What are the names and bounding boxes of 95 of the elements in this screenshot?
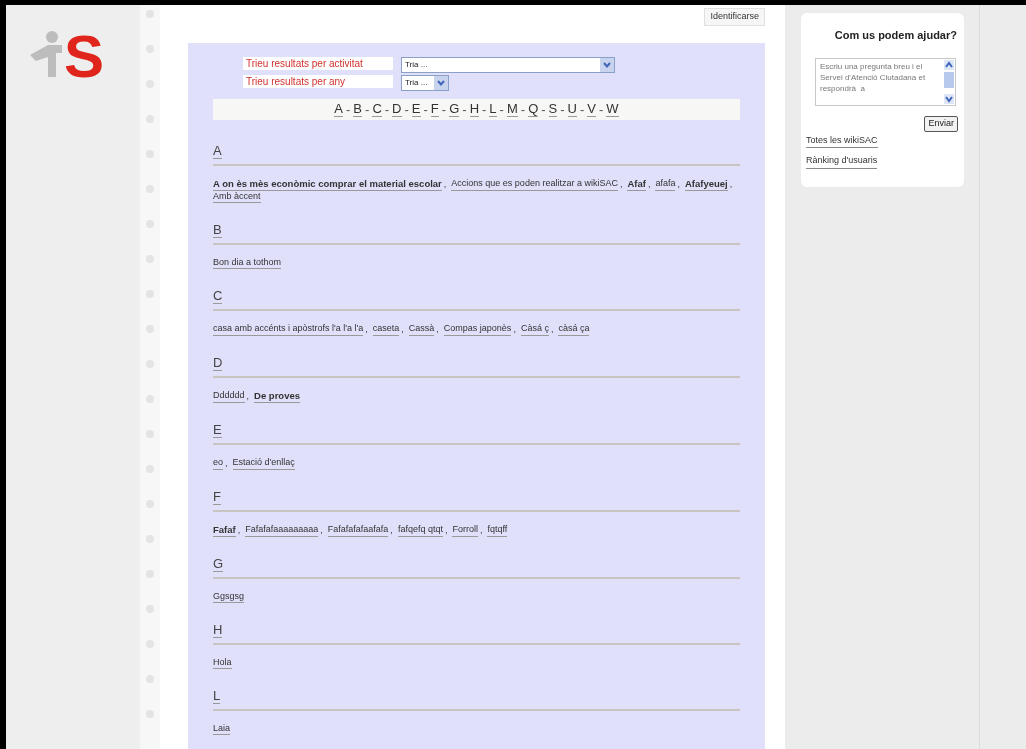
letter-link[interactable]: M <box>506 102 518 117</box>
glossary-link[interactable]: Accions que es poden realitzar a wikiSAC <box>451 178 618 191</box>
letter-heading[interactable]: A <box>213 143 222 159</box>
help-title: Com us podem ajudar? <box>833 28 958 43</box>
help-link[interactable]: Totes les wikiSAC <box>806 133 878 148</box>
comma-text: , <box>237 524 241 537</box>
glossary-link[interactable]: A on ès mès econòmic comprar el material escolar <box>213 178 442 191</box>
glossary-link[interactable]: Cassà <box>408 323 435 336</box>
separator-text: - <box>580 100 585 119</box>
glossary-link[interactable]: Forroll <box>452 524 478 537</box>
separator-text: - <box>423 100 428 119</box>
glossary-link[interactable]: Càsá ç <box>520 323 549 336</box>
glossary-link[interactable]: Ggsgsg <box>213 591 245 603</box>
glossary-link[interactable]: caseta <box>372 323 400 336</box>
glossary-link[interactable]: Laia <box>213 723 230 735</box>
filter-label: Trieu resultats per any <box>243 75 393 88</box>
separator-text: - <box>541 100 546 119</box>
glossary-link[interactable]: fqtqff <box>487 524 508 537</box>
letter-heading[interactable]: B <box>213 222 222 238</box>
help-link[interactable]: Rànking d'usuaris <box>806 154 878 169</box>
separator-text: - <box>441 100 447 119</box>
separator-text: - <box>384 100 390 119</box>
glossary-link[interactable]: De proves <box>254 390 300 403</box>
letter-link[interactable]: B <box>353 102 363 117</box>
letter-heading[interactable]: F <box>213 489 221 505</box>
letter-link[interactable]: F <box>430 102 439 117</box>
comma-text: , <box>390 524 393 537</box>
logo-text: S <box>64 27 105 87</box>
separator-text: - <box>499 100 504 119</box>
filter-dropdown[interactable]: Tria ... <box>401 75 449 91</box>
letter-link[interactable]: D <box>392 102 402 117</box>
glossary-link[interactable]: Afaf <box>627 178 646 191</box>
letter-heading[interactable]: E <box>213 422 222 438</box>
letter-link[interactable]: L <box>489 102 497 117</box>
separator-text: - <box>346 100 351 119</box>
glossary-link[interactable]: fafqefq qtqt <box>397 524 443 537</box>
letter-heading[interactable]: G <box>213 556 224 572</box>
letter-link[interactable]: A <box>334 102 343 117</box>
glossary-link[interactable]: Fafaf <box>213 524 236 537</box>
comma-text: , <box>365 323 368 336</box>
filter-label: Trieu resultats per activitat <box>243 57 393 70</box>
comma-text: , <box>320 524 323 537</box>
comma-text: , <box>479 524 483 537</box>
letter-link[interactable]: S <box>548 102 558 117</box>
comma-text: , <box>677 178 680 191</box>
comma-text: , <box>729 178 733 191</box>
glossary-link[interactable]: Fafafafaaaaaaaaa <box>245 524 319 537</box>
separator-text: - <box>599 100 604 119</box>
glossary-link[interactable]: Bon dia a tothom <box>213 257 282 269</box>
glossary-link[interactable]: Compas japonès <box>443 323 512 336</box>
letter-heading[interactable]: D <box>213 355 223 371</box>
separator-text: - <box>520 100 526 119</box>
comma-text: , <box>647 178 651 191</box>
scrollbar-drawing <box>943 58 955 105</box>
question-field[interactable]: Escriu una pregunta breu i el Servei d'Atenció Ciutadana et respondrà a <box>815 57 956 106</box>
separator-text: - <box>365 100 370 119</box>
send-button[interactable]: Enviar <box>924 115 958 132</box>
filter-dropdown[interactable]: Tria ... <box>401 57 615 73</box>
comma-text: , <box>550 323 554 336</box>
glossary-link[interactable]: casa amb accénts i apòstrofs l'a l'a l'a <box>213 323 364 336</box>
comma-text: , <box>246 390 250 403</box>
comma-text: , <box>401 323 404 336</box>
letter-link[interactable]: V <box>587 102 596 117</box>
glossary-link[interactable]: Afafyeuej <box>685 178 728 191</box>
glossary-link[interactable]: afafa <box>655 178 676 191</box>
letter-link[interactable]: C <box>372 102 382 117</box>
glossary-link[interactable]: Amb àccent <box>213 191 261 203</box>
letter-link[interactable]: G <box>449 102 460 117</box>
comma-text: , <box>619 178 623 191</box>
comma-text: , <box>436 323 439 336</box>
letter-link[interactable]: E <box>411 102 421 117</box>
letter-link[interactable]: W <box>606 102 619 117</box>
letter-link[interactable]: U <box>567 102 577 117</box>
separator-text: - <box>482 100 487 119</box>
separator-text: - <box>404 100 409 119</box>
glossary-link[interactable]: càsá ça <box>558 323 590 336</box>
comma-text: , <box>444 524 448 537</box>
glossary-link[interactable]: Estació d'enllaç <box>232 457 295 470</box>
letter-heading[interactable]: H <box>213 622 223 638</box>
separator-text: - <box>560 100 565 119</box>
letter-heading[interactable]: L <box>213 688 221 704</box>
glossary-link[interactable]: Hola <box>213 657 232 669</box>
chevron-down-icon <box>600 58 614 72</box>
comma-text: , <box>443 178 447 191</box>
letter-link[interactable]: Q <box>528 102 539 117</box>
letter-heading[interactable]: C <box>213 288 223 304</box>
comma-text: , <box>225 457 228 470</box>
separator-text: - <box>462 100 467 119</box>
letter-link[interactable]: H <box>469 102 479 117</box>
chevron-down-icon <box>434 76 448 90</box>
comma-text: , <box>513 323 516 336</box>
login-button[interactable]: Identificarse <box>704 8 765 26</box>
glossary-link[interactable]: eo <box>213 457 223 470</box>
glossary-link[interactable]: Dddddd <box>213 390 245 403</box>
glossary-link[interactable]: Fafafafafaafafa <box>327 524 389 537</box>
